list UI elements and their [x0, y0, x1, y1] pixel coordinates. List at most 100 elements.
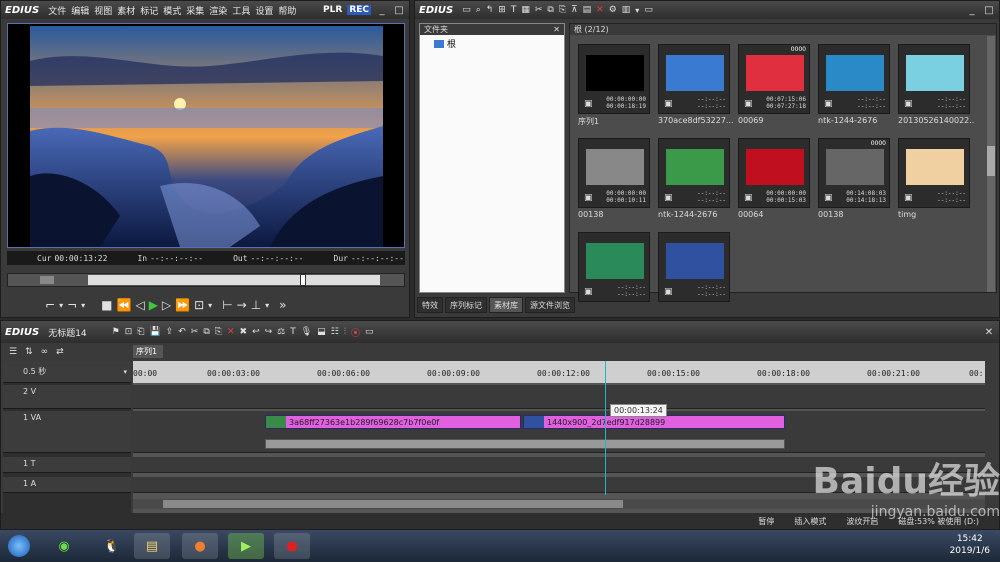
window-icon[interactable]: ▭: [644, 5, 653, 15]
dropdown-icon[interactable]: ▾: [265, 301, 269, 310]
minimize-icon[interactable]: _: [966, 5, 978, 16]
delete-icon[interactable]: ✕: [596, 5, 604, 15]
tab-sequence-markers[interactable]: 序列标记: [445, 297, 487, 313]
rec-mode-button[interactable]: REC: [347, 5, 371, 15]
redo-edit-icon[interactable]: ↪: [265, 327, 273, 337]
dropdown-icon[interactable]: ▾: [208, 301, 212, 310]
taskbar-app-qq[interactable]: 🐧: [94, 533, 130, 559]
taskbar-app-edius[interactable]: ▶: [228, 533, 264, 559]
save-icon[interactable]: 💾: [149, 327, 160, 337]
play-icon[interactable]: ▶: [149, 298, 158, 312]
sync-lock-icon[interactable]: ⇄: [56, 347, 64, 357]
mixer-icon[interactable]: ☷: [331, 327, 339, 337]
sequence-menu-icon[interactable]: ⚑: [112, 327, 120, 337]
lane-2v[interactable]: [133, 385, 985, 409]
taskbar-app-explorer[interactable]: ▤: [134, 533, 170, 559]
link-icon[interactable]: ∞: [41, 347, 49, 357]
properties-icon[interactable]: ▤: [583, 5, 592, 15]
undo-icon[interactable]: ↶: [178, 327, 186, 337]
track-2v[interactable]: 2 V: [3, 385, 131, 409]
undo-edit-icon[interactable]: ↩: [252, 327, 260, 337]
close-icon[interactable]: ✕: [983, 327, 995, 338]
bin-clip[interactable]: ▣ 00:00:00:00 00:00:18:19: [578, 44, 650, 114]
maximize-icon[interactable]: □: [393, 5, 405, 16]
menu-view[interactable]: 视图: [94, 4, 112, 17]
bin-clip[interactable]: ▣ --:--:-- --:--:--: [658, 232, 730, 302]
new-sequence-icon[interactable]: ⊡: [125, 327, 133, 337]
bin-clip[interactable]: ▣ --:--:-- --:--:--: [898, 44, 970, 114]
timeline-ruler[interactable]: 00:00 00:00:03:00 00:00:06:00 00:00:09:0…: [133, 361, 985, 383]
audio-mixer-icon[interactable]: ⫶: [344, 327, 346, 337]
copy-icon[interactable]: ⧉: [547, 5, 553, 15]
timeline-clip-1[interactable]: 3a68ff27363e1b289f69628c7b7f0e0f: [265, 415, 521, 429]
menu-clip[interactable]: 素材: [117, 4, 135, 17]
paste-icon[interactable]: ⎘: [559, 5, 566, 15]
match-frame-icon[interactable]: ⊢: [222, 298, 232, 312]
bin-clip[interactable]: ▣ 00:14:08:03 00:14:18:13 0000: [818, 138, 890, 208]
dropdown-icon[interactable]: ▾: [59, 301, 63, 310]
taskbar-app-recorder[interactable]: ●: [274, 533, 310, 559]
menu-capture[interactable]: 采集: [186, 4, 204, 17]
player-scrub-bar[interactable]: [7, 273, 405, 287]
menu-help[interactable]: 帮助: [278, 4, 296, 17]
fast-forward-icon[interactable]: ⏩: [175, 298, 190, 312]
tab-effects[interactable]: 特效: [417, 297, 443, 313]
menu-file[interactable]: 文件: [48, 4, 66, 17]
tree-item-root[interactable]: 根: [420, 35, 564, 50]
step-forward-icon[interactable]: ▷: [162, 298, 171, 312]
set-out-icon[interactable]: ¬: [67, 298, 77, 312]
lane-1va[interactable]: 3a68ff27363e1b289f69628c7b7f0e0f 1440x90…: [133, 411, 985, 453]
menu-mode[interactable]: 模式: [163, 4, 181, 17]
view-mode-icon[interactable]: ▥: [622, 5, 631, 15]
zoom-dropdown-icon[interactable]: ▾: [123, 368, 127, 376]
minimize-icon[interactable]: _: [376, 5, 388, 16]
bin-clip[interactable]: ▣ --:--:-- --:--:--: [658, 44, 730, 114]
menu-tools[interactable]: 工具: [232, 4, 250, 17]
bin-clip[interactable]: ▣ --:--:-- --:--:--: [578, 232, 650, 302]
scrollbar-thumb[interactable]: [163, 500, 623, 508]
dropdown-icon[interactable]: ▾: [81, 301, 85, 310]
insert-to-timeline-icon[interactable]: →: [237, 298, 247, 312]
title-icon[interactable]: T: [290, 327, 296, 337]
menu-settings[interactable]: 设置: [255, 4, 273, 17]
tab-source-browser[interactable]: 源文件浏览: [525, 297, 575, 313]
bin-clip[interactable]: ▣ 00:00:00:00 00:00:10:11: [578, 138, 650, 208]
bin-clip[interactable]: ▣ 00:00:00:00 00:00:15:03: [738, 138, 810, 208]
playhead[interactable]: [605, 361, 606, 495]
sync-icon[interactable]: ⚖: [277, 327, 285, 337]
timeline-clip-2[interactable]: 1440x900_2d7edf917d28899: [523, 415, 785, 429]
title-icon[interactable]: T: [511, 5, 517, 15]
tab-sequence-1[interactable]: 序列1: [133, 345, 163, 358]
scissors-icon[interactable]: ✂: [535, 5, 543, 15]
overwrite-icon[interactable]: ⊥: [251, 298, 261, 312]
close-icon[interactable]: ✕: [553, 25, 560, 34]
system-clock[interactable]: 15:42 2019/1/6: [950, 533, 990, 557]
menu-render[interactable]: 渲染: [209, 4, 227, 17]
color-bar-icon[interactable]: ▦: [521, 5, 530, 15]
maximize-icon[interactable]: □: [983, 5, 995, 16]
rewind-icon[interactable]: ⏪: [117, 298, 132, 312]
paste-icon[interactable]: ⎘: [215, 327, 222, 337]
bin-clip[interactable]: ▣ 00:07:15:06 00:07:27:18 0000: [738, 44, 810, 114]
track-list-icon[interactable]: ☰: [9, 347, 17, 357]
add-clip-icon[interactable]: ⊞: [498, 5, 506, 15]
audio-waveform-strip[interactable]: [265, 439, 785, 449]
plr-mode-button[interactable]: PLR: [323, 5, 342, 15]
up-folder-icon[interactable]: ↰: [486, 5, 494, 15]
timeline-add-icon[interactable]: ⊼: [571, 5, 578, 15]
folder-icon[interactable]: ▭: [462, 5, 471, 15]
bin-clip[interactable]: ▣ --:--:-- --:--:--: [818, 44, 890, 114]
bin-clip[interactable]: ▣ --:--:-- --:--:--: [898, 138, 970, 208]
microphone-icon[interactable]: 🎙: [301, 327, 312, 337]
menu-edit[interactable]: 编辑: [71, 4, 89, 17]
export-icon[interactable]: ⇪: [166, 327, 174, 337]
track-1a[interactable]: 1 A: [3, 477, 131, 493]
more-icon[interactable]: »: [279, 298, 286, 312]
track-1t[interactable]: 1 T: [3, 457, 131, 473]
zoom-value[interactable]: 0.5 秒: [23, 366, 46, 377]
set-in-icon[interactable]: ⌐: [45, 298, 55, 312]
marker-icon[interactable]: ⬓: [317, 327, 326, 337]
settings-icon[interactable]: ⚙: [609, 5, 617, 15]
taskbar-app-360[interactable]: ◉: [46, 533, 82, 559]
dropdown-icon[interactable]: ▾: [635, 6, 639, 15]
